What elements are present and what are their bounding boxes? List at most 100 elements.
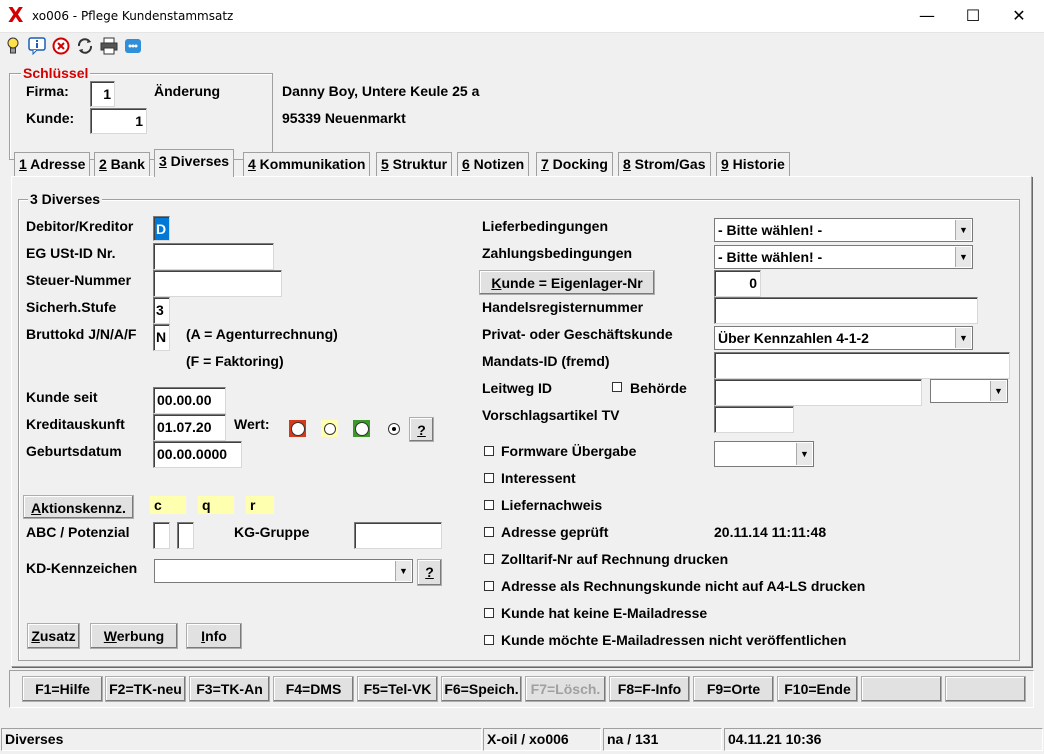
kredit-label: Kreditauskunft bbox=[26, 416, 125, 432]
f8-f-info-button[interactable]: F8=F-Info bbox=[609, 676, 690, 702]
zahlung-label: Zahlungsbedingungen bbox=[482, 245, 633, 261]
aktion-tag-r: r bbox=[246, 496, 274, 514]
keinemail-label: Kunde hat keine E-Mailadresse bbox=[501, 605, 708, 621]
minimize-button[interactable]: — bbox=[904, 0, 950, 32]
kredit-field[interactable]: 01.07.20 bbox=[153, 414, 226, 441]
zolltarif-checkbox[interactable] bbox=[484, 554, 494, 564]
info-button[interactable]: Info bbox=[186, 623, 242, 649]
behoerde-checkbox[interactable] bbox=[612, 382, 622, 392]
privat-select[interactable]: Über Kennzahlen 4-1-2 ▼ bbox=[714, 326, 973, 350]
kunde-field[interactable]: 1 bbox=[90, 108, 147, 134]
close-button[interactable]: ✕ bbox=[996, 0, 1042, 32]
info-chat-icon[interactable] bbox=[28, 37, 46, 55]
egust-field[interactable] bbox=[153, 243, 274, 270]
vorschlag-field[interactable] bbox=[714, 406, 794, 433]
wert-neutral-radio[interactable] bbox=[385, 420, 402, 437]
formware-select[interactable]: ▼ bbox=[714, 441, 814, 467]
f10-ende-button[interactable]: F10=Ende bbox=[777, 676, 858, 702]
wert-green-radio[interactable] bbox=[353, 420, 370, 437]
debitor-field[interactable]: D bbox=[153, 216, 170, 241]
eigenlager-button[interactable]: Kunde = Eigenlager-Nr bbox=[479, 270, 655, 295]
sicherh-label: Sicherh.Stufe bbox=[26, 299, 117, 315]
liefernachweis-checkbox[interactable] bbox=[484, 500, 494, 510]
kdkz-help-button[interactable]: ? bbox=[417, 559, 442, 586]
keinemail-checkbox[interactable] bbox=[484, 608, 494, 618]
aktion-tag-c: c bbox=[150, 496, 186, 514]
f2-tk-neu-button[interactable]: F2=TK-neu bbox=[105, 676, 186, 702]
interessent-label: Interessent bbox=[501, 470, 576, 486]
chat-icon[interactable] bbox=[124, 37, 142, 55]
tab-docking[interactable]: 7 Docking bbox=[536, 152, 613, 176]
wert-help-button[interactable]: ? bbox=[409, 417, 434, 442]
werbung-button[interactable]: Werbung bbox=[90, 623, 178, 649]
tab-strom-gas[interactable]: 8 Strom/Gas bbox=[618, 152, 711, 176]
leitweg-select[interactable]: ▼ bbox=[930, 379, 1008, 403]
leitweg-label: Leitweg ID bbox=[482, 380, 553, 396]
tab-kommunikation[interactable]: 4 Kommunikation bbox=[243, 152, 371, 176]
kundeseit-label: Kunde seit bbox=[26, 389, 98, 405]
kg-field[interactable] bbox=[354, 522, 442, 549]
nichtveroeff-checkbox[interactable] bbox=[484, 635, 494, 645]
chevron-down-icon: ▼ bbox=[395, 561, 411, 581]
address-line2: 95339 Neuenmarkt bbox=[282, 110, 406, 126]
formware-checkbox[interactable] bbox=[484, 446, 494, 456]
interessent-checkbox[interactable] bbox=[484, 473, 494, 483]
liefernachweis-label: Liefernachweis bbox=[501, 497, 603, 513]
brutto-note-faktoring: (F = Faktoring) bbox=[186, 353, 284, 369]
steuer-field[interactable] bbox=[153, 270, 282, 297]
potenzial-field[interactable] bbox=[177, 522, 194, 549]
cancel-icon[interactable] bbox=[52, 37, 70, 55]
app-logo: X bbox=[8, 3, 24, 27]
print-icon[interactable] bbox=[100, 37, 118, 55]
wert-red-radio[interactable] bbox=[289, 420, 306, 437]
lightbulb-icon[interactable] bbox=[4, 37, 22, 55]
kundeseit-field[interactable]: 00.00.00 bbox=[153, 387, 226, 414]
tab-notizen[interactable]: 6 Notizen bbox=[457, 152, 530, 176]
f11-button[interactable] bbox=[861, 676, 942, 702]
debitor-label: Debitor/Kreditor bbox=[26, 218, 134, 234]
tab-adresse[interactable]: 1 Adresse bbox=[14, 152, 91, 176]
zusatz-button[interactable]: Zusatz bbox=[27, 623, 80, 649]
chevron-down-icon: ▼ bbox=[955, 328, 971, 348]
maximize-button[interactable]: ☐ bbox=[950, 0, 996, 32]
geburt-label: Geburtsdatum bbox=[26, 443, 122, 459]
tab-struktur[interactable]: 5 Struktur bbox=[376, 152, 453, 176]
f6-speichern-button[interactable]: F6=Speich. bbox=[441, 676, 522, 702]
a4ls-checkbox[interactable] bbox=[484, 581, 494, 591]
abc-field[interactable] bbox=[153, 522, 170, 549]
f7-loeschen-button[interactable]: F7=Lösch. bbox=[525, 676, 606, 702]
brutto-field[interactable]: N bbox=[153, 324, 170, 351]
kunde-label: Kunde: bbox=[26, 110, 75, 126]
eigenlager-field[interactable]: 0 bbox=[714, 270, 761, 297]
wert-yellow-radio[interactable] bbox=[321, 420, 338, 437]
f3-tk-an-button[interactable]: F3=TK-An bbox=[189, 676, 270, 702]
privat-label: Privat- oder Geschäftskunde bbox=[482, 326, 673, 342]
handels-field[interactable] bbox=[714, 297, 978, 324]
firma-field[interactable]: 1 bbox=[90, 81, 115, 107]
f1-hilfe-button[interactable]: F1=Hilfe bbox=[22, 676, 103, 702]
sicherh-field[interactable]: 3 bbox=[153, 297, 170, 324]
status-app: X-oil / xo006 bbox=[483, 728, 601, 751]
f9-orte-button[interactable]: F9=Orte bbox=[693, 676, 774, 702]
kdkz-select[interactable]: ▼ bbox=[154, 559, 413, 583]
aktionskennz-button[interactable]: Aktionskennz. bbox=[23, 495, 134, 519]
refresh-icon[interactable] bbox=[76, 37, 94, 55]
tab-diverses[interactable]: 3 Diverses bbox=[154, 149, 235, 177]
a4ls-label: Adresse als Rechnungskunde nicht auf A4-… bbox=[501, 578, 866, 594]
toolbar bbox=[0, 33, 1044, 61]
abc-label: ABC / Potenzial bbox=[26, 524, 130, 540]
tab-bank[interactable]: 2 Bank bbox=[94, 152, 150, 176]
f4-dms-button[interactable]: F4=DMS bbox=[273, 676, 354, 702]
mandat-field[interactable] bbox=[714, 352, 1010, 379]
f12-button[interactable] bbox=[945, 676, 1026, 702]
f5-tel-vk-button[interactable]: F5=Tel-VK bbox=[357, 676, 438, 702]
geburt-field[interactable]: 00.00.0000 bbox=[153, 441, 242, 468]
liefer-label: Lieferbedingungen bbox=[482, 218, 608, 234]
zahlung-select[interactable]: - Bitte wählen! - ▼ bbox=[714, 245, 973, 269]
status-user: na / 131 bbox=[603, 728, 722, 751]
leitweg-field[interactable] bbox=[714, 379, 922, 406]
tab-historie[interactable]: 9 Historie bbox=[716, 152, 790, 176]
address-line1: Danny Boy, Untere Keule 25 a bbox=[282, 83, 480, 99]
geprueft-checkbox[interactable] bbox=[484, 527, 494, 537]
liefer-select[interactable]: - Bitte wählen! - ▼ bbox=[714, 218, 973, 242]
